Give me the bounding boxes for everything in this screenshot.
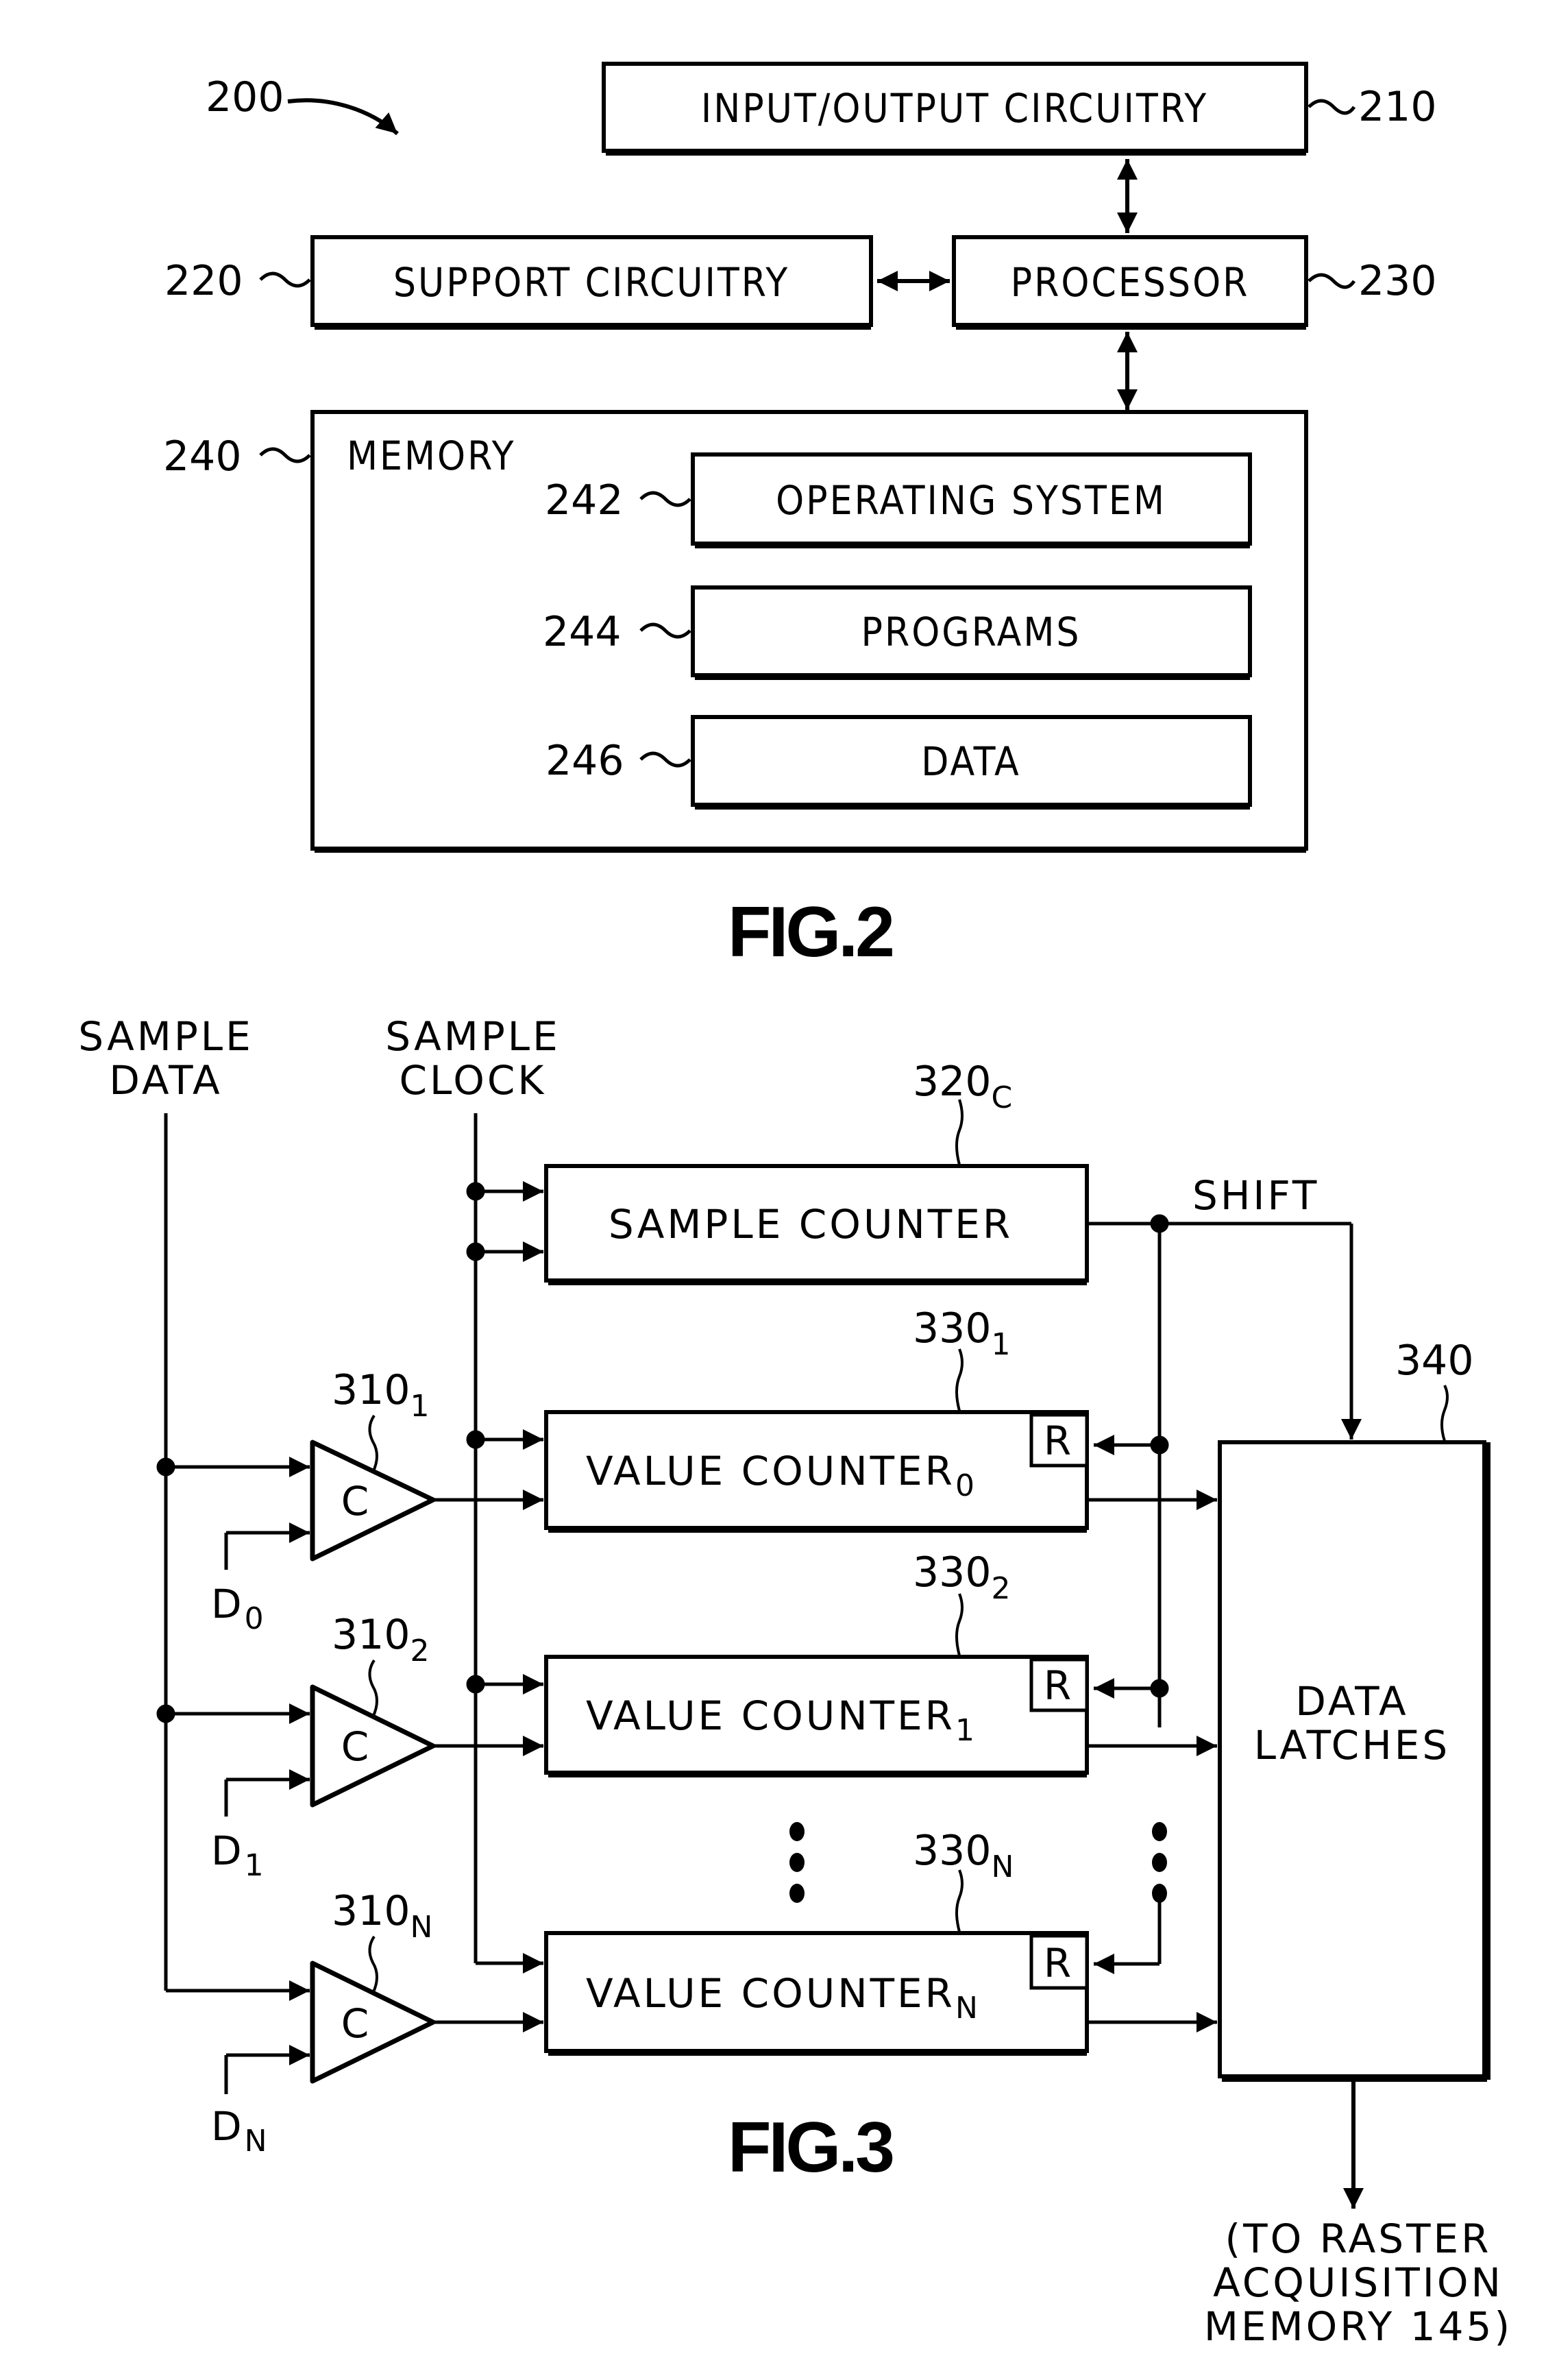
patent-figure-sheet: 200 INPUT/OUTPUT CIRCUITRY 210 SUPPORT C… <box>78 62 1512 2350</box>
leader-line-icon <box>368 1414 378 1473</box>
leader-line-icon <box>368 1935 378 1994</box>
junction-dot <box>466 1182 485 1201</box>
junction-dot <box>156 1704 175 1723</box>
leader-line-icon <box>368 1659 378 1718</box>
memory-block: MEMORY 240 OPERATING SYSTEM 242 PROGRAMS… <box>163 410 1308 853</box>
threshold-label: D1 <box>211 1827 267 1883</box>
comparator-2: C D1 3102 <box>211 1611 436 1883</box>
junction-dot <box>1150 1435 1169 1455</box>
system-ref-arrow-icon <box>287 98 399 136</box>
sample-data-label-line1: SAMPLE <box>78 1013 254 1060</box>
data-latches-label-line1: DATA <box>1295 1678 1408 1725</box>
comparator-symbol: C <box>341 1723 372 1770</box>
leader-line-icon <box>1440 1385 1449 1442</box>
data-latches-label-line2: LATCHES <box>1254 1722 1450 1769</box>
io-circuitry-label: INPUT/OUTPUT CIRCUITRY <box>701 85 1208 132</box>
io-ref: 210 <box>1358 83 1437 131</box>
operating-system-label: OPERATING SYSTEM <box>776 477 1166 524</box>
fig2: 200 INPUT/OUTPUT CIRCUITRY 210 SUPPORT C… <box>163 62 1437 972</box>
threshold-label: D0 <box>211 1581 267 1636</box>
comparator-ref: 310N <box>332 1887 432 1945</box>
reset-label: R <box>1044 1662 1074 1709</box>
processor-ref: 230 <box>1358 257 1437 305</box>
threshold-label: DN <box>211 2103 270 2159</box>
sample-clock-label-line2: CLOCK <box>400 1057 547 1104</box>
junction-dot <box>1150 1679 1169 1698</box>
data-latches-block: DATA LATCHES 340 <box>1218 1337 1490 2082</box>
comparator-1: C D0 3101 <box>211 1366 436 1636</box>
output-note-line1: (TO RASTER <box>1225 2215 1492 2262</box>
reset-label: R <box>1044 1418 1074 1464</box>
comparator-symbol: C <box>341 1478 372 1525</box>
data-ref: 246 <box>545 737 624 785</box>
output-note-line3: MEMORY 145) <box>1204 2303 1512 2350</box>
value-counter-ref: 330N <box>913 1827 1014 1884</box>
io-circuitry-block: INPUT/OUTPUT CIRCUITRY 210 <box>602 62 1437 156</box>
memory-ref: 240 <box>163 433 242 481</box>
output-note-line2: ACQUISITION <box>1213 2259 1504 2306</box>
support-circuitry-block: SUPPORT CIRCUITRY 220 <box>164 235 873 330</box>
os-ref: 242 <box>545 476 624 524</box>
leader-tilde-icon <box>1308 99 1356 115</box>
leader-line-icon <box>955 1869 964 1932</box>
reset-label: R <box>1044 1940 1074 1987</box>
memory-label: MEMORY <box>347 433 516 479</box>
junction-dot <box>466 1242 485 1261</box>
comparator-ref: 3101 <box>332 1366 430 1424</box>
shift-label: SHIFT <box>1192 1172 1319 1219</box>
comparator-ref: 3102 <box>332 1611 430 1668</box>
sample-counter-block: SAMPLE COUNTER 320C <box>544 1058 1089 1285</box>
sample-clock-label-line1: SAMPLE <box>385 1013 561 1060</box>
fig3-caption: FIG.3 <box>728 2108 893 2187</box>
leader-tilde-icon <box>259 447 311 463</box>
sample-counter-label: SAMPLE COUNTER <box>609 1201 1013 1248</box>
leader-tilde-icon <box>259 271 311 288</box>
leader-line-icon <box>955 1348 964 1411</box>
programs-label: PROGRAMS <box>861 609 1081 655</box>
fig3: SAMPLE DATA SAMPLE CLOCK SAMPLE COUNTER … <box>78 1013 1512 2350</box>
comparator-symbol: C <box>341 2000 372 2047</box>
value-counter-1: R VALUE COUNTER1 3302 <box>544 1549 1089 1777</box>
processor-label: PROCESSOR <box>1011 259 1250 306</box>
support-ref: 220 <box>164 257 243 305</box>
system-ref-200: 200 <box>206 73 284 121</box>
value-counter-0: R VALUE COUNTER0 3301 <box>544 1304 1089 1533</box>
leader-tilde-icon <box>1308 273 1356 289</box>
leader-line-icon <box>955 1593 964 1656</box>
fig2-caption: FIG.2 <box>728 892 892 972</box>
leader-line-icon <box>955 1099 964 1165</box>
sample-clock-bus <box>466 1113 543 1974</box>
junction-dot <box>1150 1214 1169 1233</box>
junction-dot <box>466 1675 485 1694</box>
comparator-n: C DN 310N <box>211 1887 436 2159</box>
programs-ref: 244 <box>543 608 622 656</box>
data-latches-ref: 340 <box>1395 1337 1474 1385</box>
value-counter-n: R VALUE COUNTERN 330N <box>544 1827 1089 2056</box>
support-circuitry-label: SUPPORT CIRCUITRY <box>393 259 789 306</box>
junction-dot <box>466 1430 485 1449</box>
sample-data-label-line2: DATA <box>109 1057 222 1104</box>
processor-block: PROCESSOR 230 <box>952 235 1437 330</box>
data-label: DATA <box>921 738 1020 785</box>
junction-dot <box>156 1457 175 1477</box>
